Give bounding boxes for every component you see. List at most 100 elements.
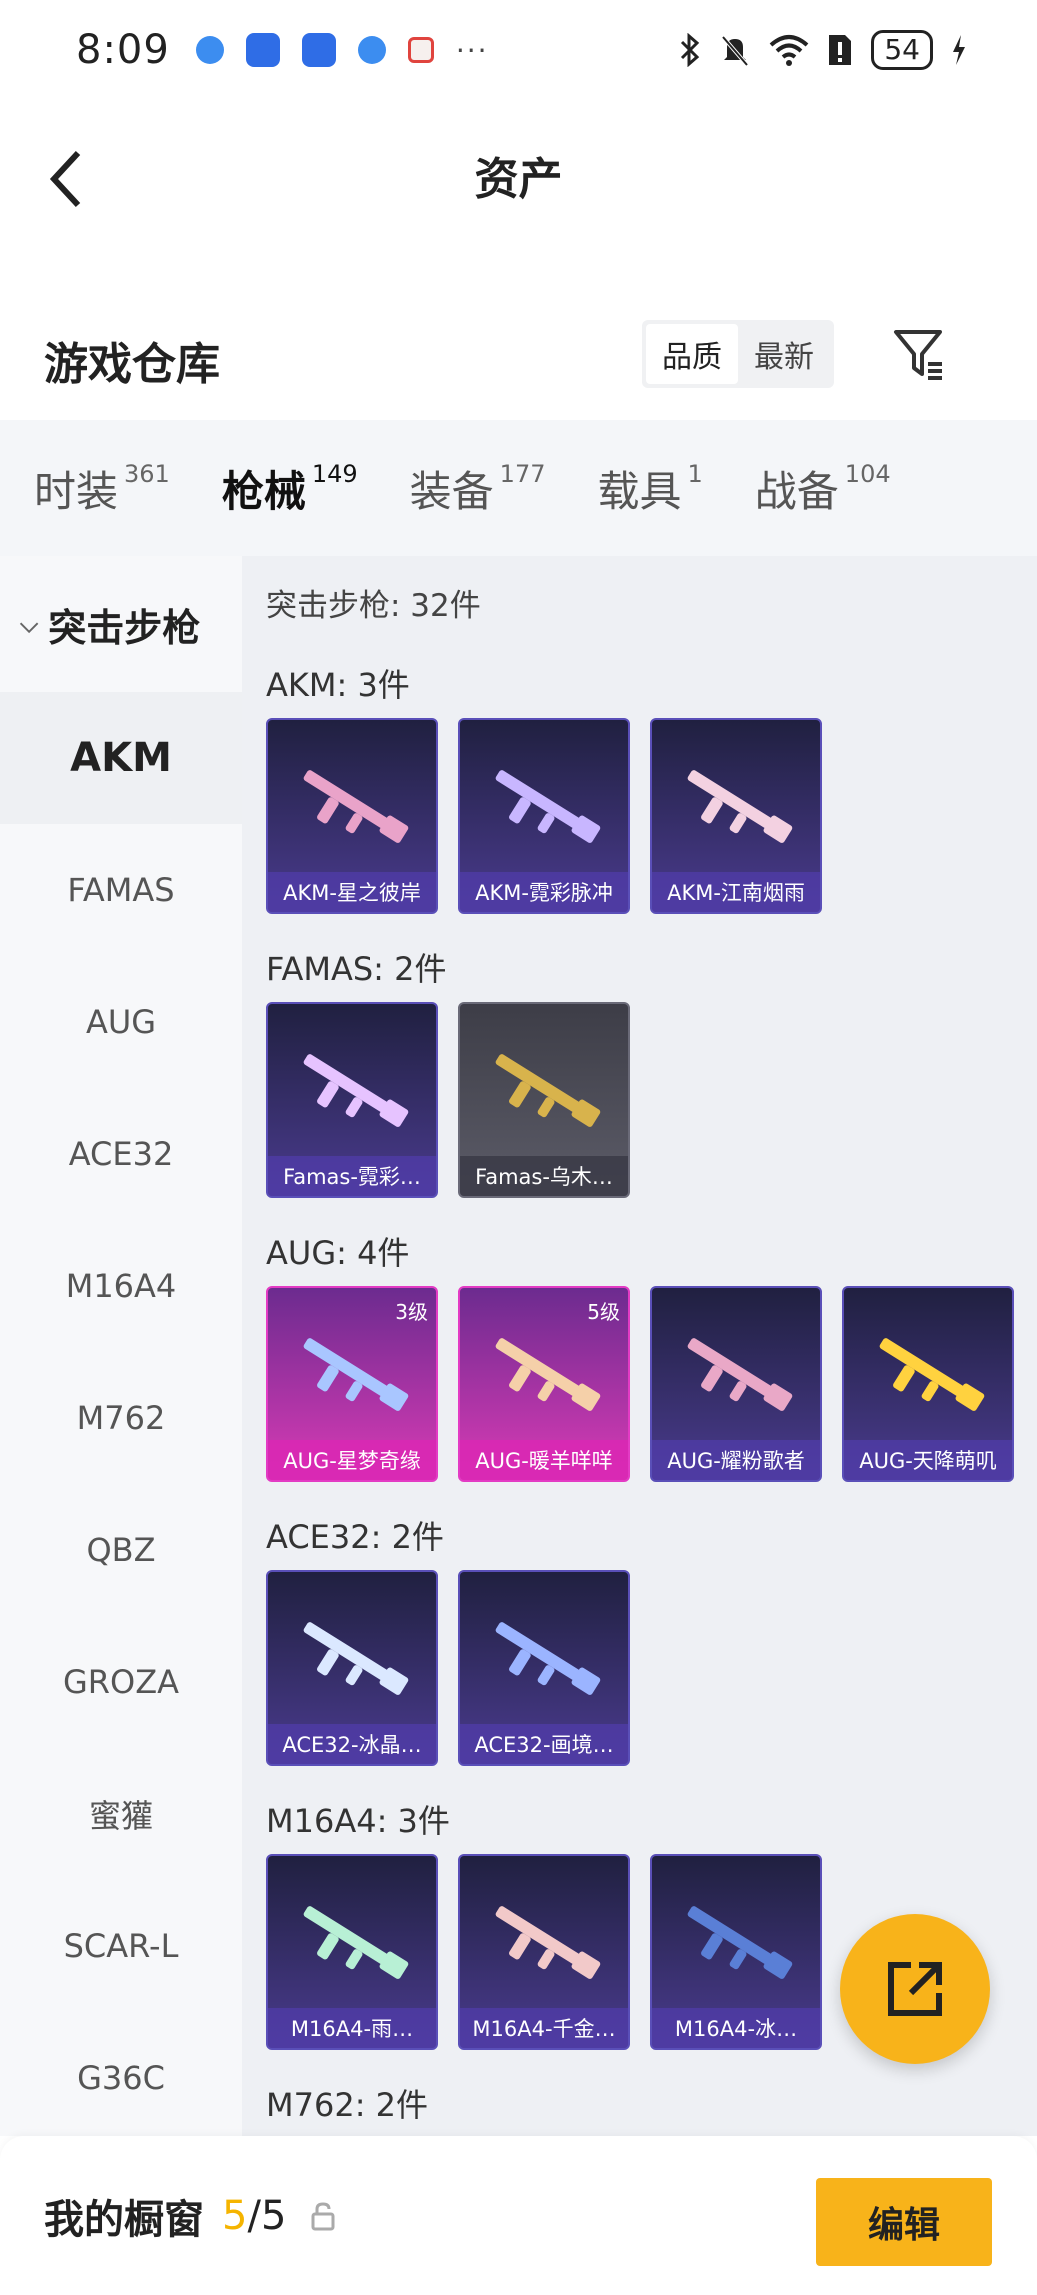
sidebar-item-honey-badger[interactable]: 蜜獾 — [0, 1748, 242, 1880]
edit-button[interactable]: 编辑 — [816, 2178, 992, 2266]
gun-skin-image — [288, 1040, 418, 1140]
skin-name: AUG-耀粉歌者 — [652, 1440, 820, 1480]
sidebar-item-akm[interactable]: AKM — [0, 692, 242, 824]
upload-app-icon — [301, 33, 336, 67]
skin-card[interactable]: AKM-霓彩脉冲 — [458, 718, 630, 914]
system-icons: 54 — [679, 30, 967, 70]
skin-card[interactable]: ACE32-画境… — [458, 1570, 630, 1766]
tab-count: 1 — [687, 460, 703, 488]
tab-label: 装备 — [409, 467, 494, 516]
sidebar-item-ace32[interactable]: ACE32 — [0, 1088, 242, 1220]
skin-name: M16A4-雨… — [268, 2008, 436, 2048]
warehouse-header: 游戏仓库 品质 最新 — [0, 300, 1037, 420]
showcase-title: 我的橱窗 — [44, 2196, 204, 2243]
gun-skin-image — [288, 1608, 418, 1708]
tab-gear[interactable]: 战备 104 — [755, 458, 891, 518]
sidebar-item-m762[interactable]: M762 — [0, 1352, 242, 1484]
skin-card[interactable]: AUG-耀粉歌者 — [650, 1286, 822, 1482]
skin-card[interactable]: Famas-霓彩… — [266, 1002, 438, 1198]
skin-list-famas: Famas-霓彩… Famas-乌木… — [266, 1002, 1037, 1198]
skin-card[interactable]: M16A4-冰… — [650, 1854, 822, 2050]
sidebar-item-groza[interactable]: GROZA — [0, 1616, 242, 1748]
skin-card[interactable]: M16A4-雨… — [266, 1854, 438, 2050]
sidebar-item-famas[interactable]: FAMAS — [0, 824, 242, 956]
skin-card[interactable]: AKM-星之彼岸 — [266, 718, 438, 914]
gun-skin-image — [288, 1324, 418, 1424]
sidebar-item-m16a4[interactable]: M16A4 — [0, 1220, 242, 1352]
tab-label: 载具 — [597, 467, 682, 516]
tab-vehicles[interactable]: 载具 1 — [597, 458, 702, 518]
navbar: 资产 — [0, 100, 1037, 250]
tab-fashion[interactable]: 时装 361 — [34, 458, 170, 518]
browser-icon-2 — [357, 36, 386, 64]
filter-button[interactable] — [890, 324, 950, 384]
skin-card[interactable]: AKM-江南烟雨 — [650, 718, 822, 914]
share-fab-button[interactable] — [840, 1914, 990, 2064]
mute-bell-icon — [721, 35, 749, 67]
showcase-separator: / — [247, 2192, 261, 2239]
gun-skin-image — [480, 1324, 610, 1424]
tab-label: 时装 — [34, 467, 119, 516]
sidebar-group-assault-rifles[interactable]: ⌵ 突击步枪 — [0, 556, 242, 692]
skin-name: M16A4-千金… — [460, 2008, 628, 2048]
showcase-current: 5 — [222, 2192, 248, 2239]
skin-name: ACE32-画境… — [460, 1724, 628, 1764]
chevron-down-icon: ⌵ — [20, 610, 39, 638]
tab-label: 枪械 — [221, 467, 306, 516]
skin-card[interactable]: AUG-天降萌叽 — [842, 1286, 1014, 1482]
skin-card[interactable]: ACE32-冰晶… — [266, 1570, 438, 1766]
skin-name: AUG-星梦奇缘 — [268, 1440, 436, 1480]
gun-skin-image — [288, 756, 418, 856]
sidebar-item-scar-l[interactable]: SCAR-L — [0, 1880, 242, 2012]
tab-count: 149 — [311, 460, 358, 488]
back-button[interactable] — [36, 144, 96, 214]
filter-icon — [894, 330, 942, 380]
more-notifications-icon: ··· — [455, 33, 489, 67]
section-title-famas: FAMAS: 2件 — [266, 950, 447, 988]
showcase-count: 5/5 — [222, 2193, 286, 2239]
section-title-aug: AUG: 4件 — [266, 1234, 410, 1272]
skin-name: AKM-霓彩脉冲 — [460, 872, 628, 912]
gun-skin-image — [480, 1892, 610, 1992]
skin-card[interactable]: Famas-乌木… — [458, 1002, 630, 1198]
battery-indicator: 54 — [871, 30, 933, 70]
tab-label: 战备 — [754, 467, 839, 516]
skin-name: AUG-暖羊咩咩 — [460, 1440, 628, 1480]
sidebar-group-label: 突击步枪 — [48, 605, 201, 650]
back-arrow-icon — [49, 150, 81, 208]
status-bar: 8:09 ··· 54 — [0, 0, 1037, 100]
skin-list-akm: AKM-星之彼岸 AKM-霓彩脉冲 AKM-江南烟雨 — [266, 718, 1037, 914]
skin-name: Famas-乌木… — [460, 1156, 628, 1196]
sidebar-item-qbz[interactable]: QBZ — [0, 1484, 242, 1616]
skin-level-badge: 5级 — [587, 1300, 620, 1324]
skin-list-aug: 3级 AUG-星梦奇缘 5级 AUG-暖羊咩咩 AUG-耀粉歌者 AUG-天降萌叽 — [266, 1286, 1037, 1482]
warehouse-title: 游戏仓库 — [44, 339, 220, 390]
sidebar-item-aug[interactable]: AUG — [0, 956, 242, 1088]
gun-skin-image — [672, 756, 802, 856]
category-tabs: 时装 361 枪械 149 装备 177 载具 1 战备 104 — [0, 420, 1037, 566]
share-external-icon — [888, 1962, 942, 2016]
tab-count: 104 — [844, 460, 891, 488]
skin-card[interactable]: M16A4-千金… — [458, 1854, 630, 2050]
group-total: 突击步枪: 32件 — [266, 587, 481, 624]
tab-firearms[interactable]: 枪械 149 — [221, 458, 358, 566]
weapon-content: 突击步枪: 32件 AKM: 3件 AKM-星之彼岸 AKM-霓彩脉冲 AKM-… — [242, 556, 1037, 2136]
browser-icon — [195, 36, 224, 64]
skin-card[interactable]: 3级 AUG-星梦奇缘 — [266, 1286, 438, 1482]
tab-equipment[interactable]: 装备 177 — [410, 458, 546, 518]
sort-quality-button[interactable]: 品质 — [646, 324, 738, 384]
skin-name: AUG-天降萌叽 — [844, 1440, 1012, 1480]
calendar-app-icon — [407, 37, 434, 63]
gun-skin-image — [480, 1608, 610, 1708]
tab-count: 177 — [499, 460, 546, 488]
sort-latest-button[interactable]: 最新 — [738, 324, 830, 384]
section-title-ace32: ACE32: 2件 — [266, 1518, 444, 1556]
sidebar-item-g36c[interactable]: G36C — [0, 2012, 242, 2144]
bulb-app-icon — [245, 33, 280, 67]
sim-alert-icon — [829, 35, 852, 65]
charging-icon — [953, 35, 965, 65]
skin-card[interactable]: 5级 AUG-暖羊咩咩 — [458, 1286, 630, 1482]
skin-name: AKM-江南烟雨 — [652, 872, 820, 912]
skin-name: ACE32-冰晶… — [268, 1724, 436, 1764]
gun-skin-image — [480, 756, 610, 856]
